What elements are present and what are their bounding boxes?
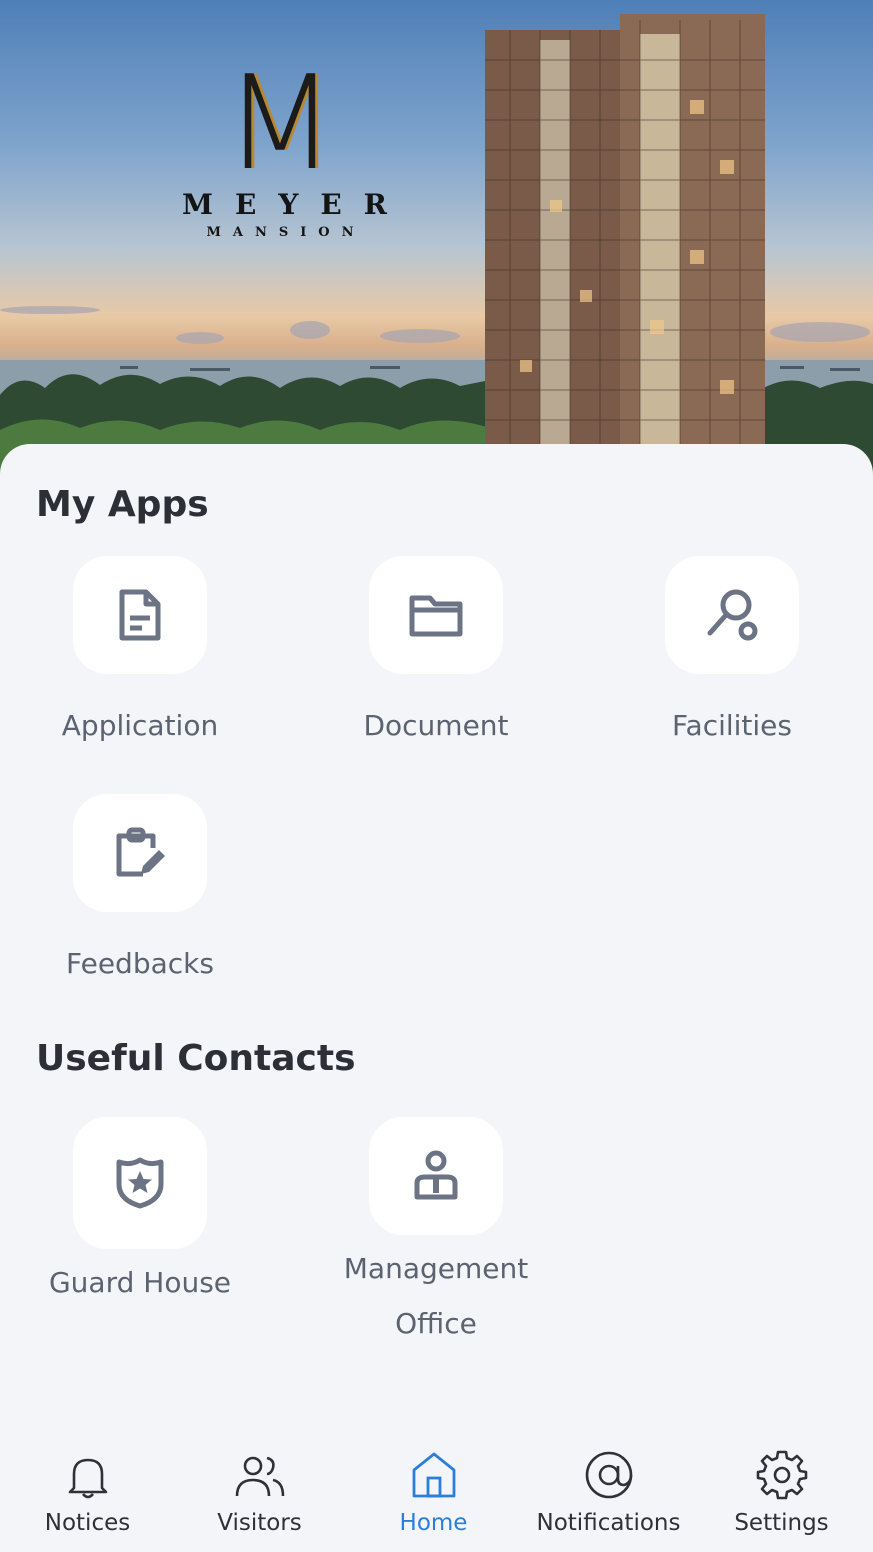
contact-tile-management-office[interactable]: Management Office <box>336 1117 536 1351</box>
useful-contacts-title: Useful Contacts <box>36 1038 356 1079</box>
contact-tile-guard-house[interactable]: Guard House <box>40 1117 240 1310</box>
logo-subtitle: MANSION <box>206 225 366 240</box>
app-icon-box <box>73 556 207 674</box>
home-icon <box>412 1452 455 1498</box>
users-icon <box>235 1456 284 1497</box>
police-badge-icon <box>116 1157 164 1209</box>
app-label: Application <box>61 709 219 742</box>
at-icon <box>585 1451 632 1499</box>
app-tile-facilities[interactable]: Facilities <box>632 556 832 753</box>
nav-visitors[interactable]: Visitors <box>172 1430 347 1536</box>
nav-home[interactable]: Home <box>346 1430 521 1536</box>
officer-icon <box>414 1150 458 1200</box>
clipboard-edit-icon <box>116 827 165 877</box>
app-icon-box <box>73 794 207 912</box>
nav-label: Visitors <box>217 1510 302 1536</box>
contact-label: Management Office <box>343 1252 529 1340</box>
app-label: Document <box>363 709 509 742</box>
gear-icon <box>756 1450 807 1500</box>
app-icon-box <box>665 556 799 674</box>
nav-label: Notices <box>44 1510 131 1536</box>
app-label: Feedbacks <box>66 947 214 980</box>
nav-notifications[interactable]: Notifications <box>521 1430 696 1536</box>
contact-icon-box <box>369 1117 503 1235</box>
app-tile-feedbacks[interactable]: Feedbacks <box>40 794 240 991</box>
nav-label: Settings <box>734 1510 829 1536</box>
document-icon <box>119 589 161 641</box>
meyer-mansion-logo: M MEYER MANSION <box>160 58 400 240</box>
hero-illustration <box>0 14 873 480</box>
app-tile-application[interactable]: Application <box>40 556 240 753</box>
contact-icon-box <box>73 1117 207 1249</box>
my-apps-title: My Apps <box>36 484 209 525</box>
bell-icon <box>68 1458 107 1499</box>
nav-label: Home <box>399 1510 468 1536</box>
app-icon-box <box>369 556 503 674</box>
nav-settings[interactable]: Settings <box>694 1430 869 1536</box>
hero-banner: M MEYER MANSION <box>0 0 873 480</box>
nav-label: Notifications <box>536 1510 681 1536</box>
logo-letter: M <box>223 47 337 199</box>
app-label: Facilities <box>672 709 792 742</box>
bottom-nav: Notices Visitors Home Notifications Sett… <box>0 1430 873 1552</box>
logo-name: MEYER <box>182 188 409 221</box>
app-tile-document[interactable]: Document <box>336 556 536 753</box>
nav-notices[interactable]: Notices <box>0 1430 175 1536</box>
racket-icon <box>707 589 758 641</box>
contact-label: Guard House <box>48 1266 232 1299</box>
folder-icon <box>409 595 463 637</box>
